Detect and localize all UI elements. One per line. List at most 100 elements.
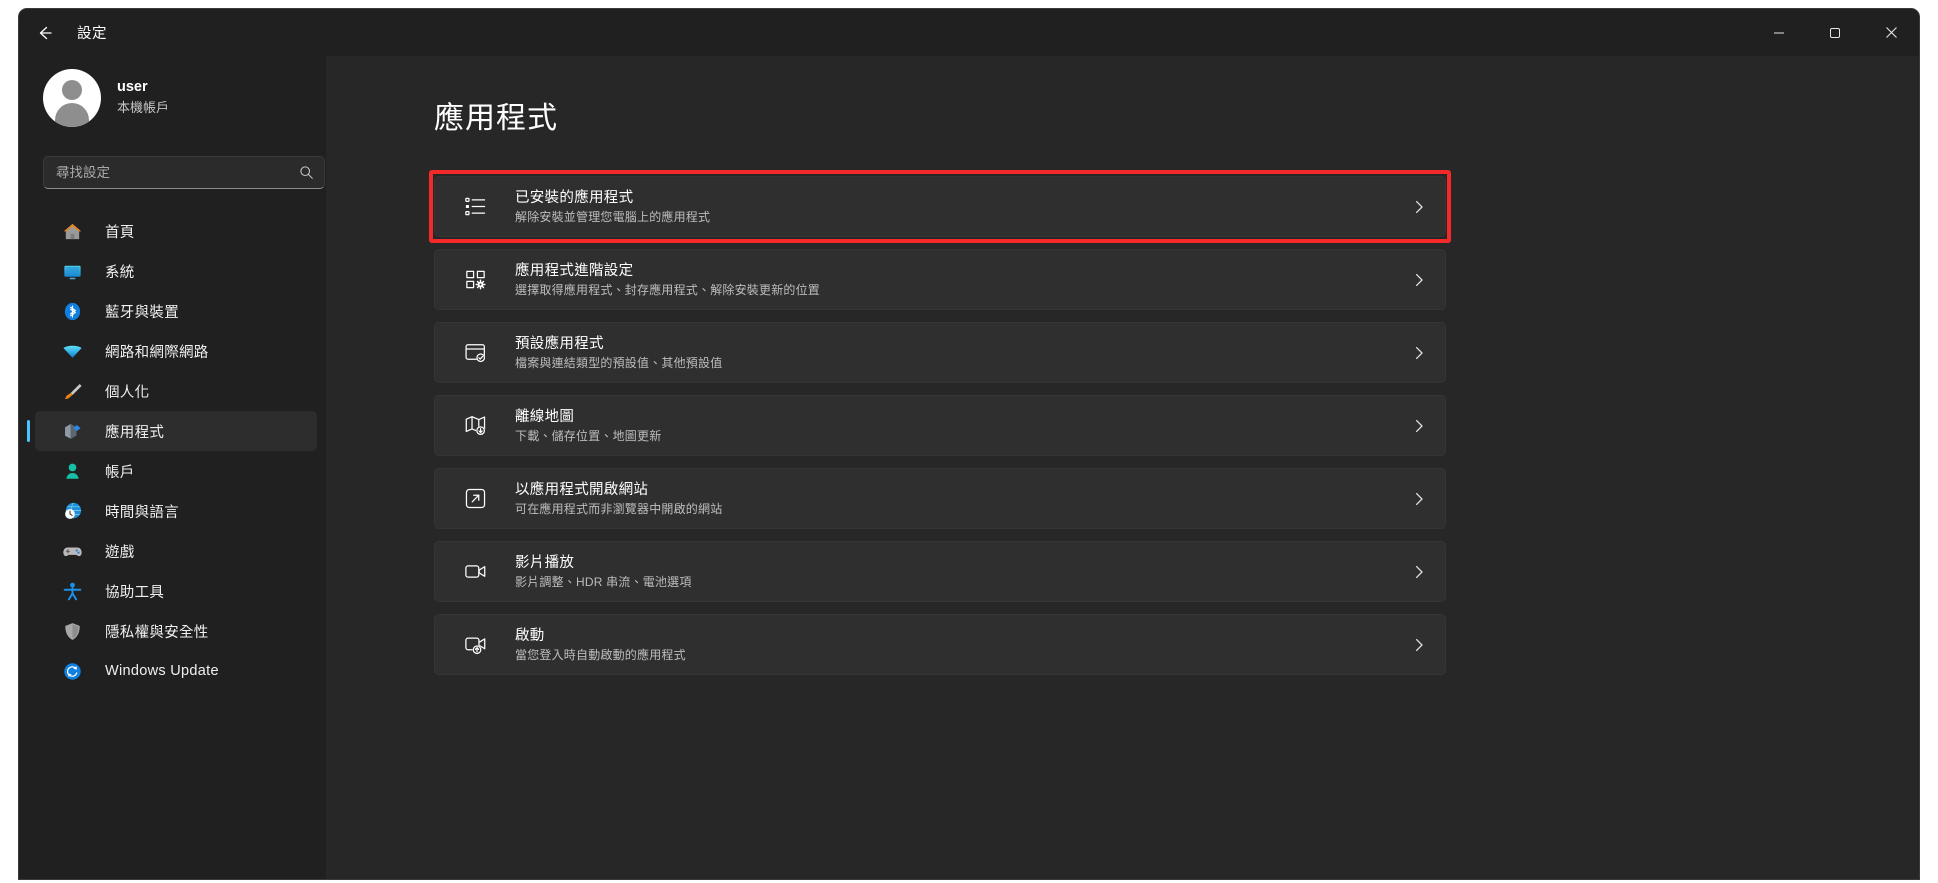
chevron-right-icon[interactable] [1411,565,1427,579]
window-controls [1751,9,1919,56]
card-title: 啟動 [515,627,545,644]
startup-apps-icon [462,632,488,658]
minimize-button[interactable] [1751,9,1807,56]
chevron-right-icon[interactable] [1411,492,1427,506]
title-bar: 設定 [19,9,1919,56]
sidebar-item-accounts[interactable]: 帳戶 [35,451,317,491]
card-title: 影片播放 [515,554,575,571]
chevron-right-icon[interactable] [1411,273,1427,287]
search-box[interactable] [43,156,325,189]
sidebar-item-time-language[interactable]: 時間與語言 [35,491,317,531]
installed-apps-list-icon [462,194,488,220]
settings-card-list: 已安裝的應用程式 解除安裝並管理您電腦上的應用程式 應用程式進階設定 選擇取得應… [429,170,1451,675]
sidebar-item-label: 遊戲 [105,544,135,561]
close-button[interactable] [1863,9,1919,56]
sidebar-item-home[interactable]: 首頁 [35,211,317,251]
search-input[interactable] [56,165,299,180]
card-advanced-app-settings[interactable]: 應用程式進階設定 選擇取得應用程式、封存應用程式、解除安裝更新的位置 [434,249,1446,310]
default-apps-check-icon [462,340,488,366]
card-subtitle: 當您登入時自動啟動的應用程式 [515,647,686,662]
card-title: 已安裝的應用程式 [515,189,634,206]
sidebar-item-label: 網路和網際網路 [105,344,209,361]
card-subtitle: 選擇取得應用程式、封存應用程式、解除安裝更新的位置 [515,282,821,297]
user-profile[interactable]: user 本機帳戶 [43,69,326,127]
sidebar-item-label: 個人化 [105,384,150,401]
card-installed-apps[interactable]: 已安裝的應用程式 解除安裝並管理您電腦上的應用程式 [434,176,1446,237]
system-monitor-icon [61,260,83,282]
card-title: 離線地圖 [515,408,575,425]
gamepad-icon [61,540,83,562]
accessibility-person-icon [61,580,83,602]
sidebar-item-gaming[interactable]: 遊戲 [35,531,317,571]
user-avatar-icon [43,69,101,127]
sidebar-item-system[interactable]: 系統 [35,251,317,291]
sidebar-item-bluetooth[interactable]: 藍牙與裝置 [35,291,317,331]
back-arrow-icon [39,26,52,39]
card-subtitle: 可在應用程式而非瀏覽器中開啟的網站 [515,501,723,516]
sidebar: user 本機帳戶 尋找設定 首頁 系統 藍牙與裝置 網路和網際網路 個人化 應… [19,56,326,879]
card-slot: 已安裝的應用程式 解除安裝並管理您電腦上的應用程式 [429,170,1451,243]
accounts-person-icon [61,460,83,482]
main-content: 應用程式 已安裝的應用程式 解除安裝並管理您電腦上的應用程式 應用程式進階設定 … [326,56,1919,879]
sidebar-item-apps[interactable]: 應用程式 [27,411,317,451]
wifi-icon [61,340,83,362]
sidebar-item-accessibility[interactable]: 協助工具 [35,571,317,611]
open-website-external-icon [462,486,488,512]
sidebar-item-label: 應用程式 [105,424,165,441]
card-default-apps[interactable]: 預設應用程式 檔案與連結類型的預設值、其他預設值 [434,322,1446,383]
profile-account-type: 本機帳戶 [117,100,170,115]
close-icon [1885,27,1897,38]
apps-icon [61,420,83,442]
card-title: 應用程式進階設定 [515,262,634,279]
offline-maps-icon [462,413,488,439]
home-icon [61,220,83,242]
page-title: 應用程式 [434,102,558,135]
card-slot: 離線地圖 下載、儲存位置、地圖更新 [434,395,1446,456]
bluetooth-icon [61,300,83,322]
advanced-app-settings-icon [462,267,488,293]
maximize-icon [1830,27,1840,38]
card-subtitle: 影片調整、HDR 串流、電池選項 [515,574,692,589]
card-websites-in-apps[interactable]: 以應用程式開啟網站 可在應用程式而非瀏覽器中開啟的網站 [434,468,1446,529]
card-startup-apps[interactable]: 啟動 當您登入時自動啟動的應用程式 [434,614,1446,675]
chevron-right-icon[interactable] [1411,638,1427,652]
card-video-playback[interactable]: 影片播放 影片調整、HDR 串流、電池選項 [434,541,1446,602]
chevron-right-icon[interactable] [1411,200,1427,214]
windows-update-sync-icon [61,660,83,682]
card-slot: 啟動 當您登入時自動啟動的應用程式 [434,614,1446,675]
card-title: 以應用程式開啟網站 [515,481,649,498]
sidebar-item-windows-update[interactable]: Windows Update [35,651,317,691]
sidebar-item-personalization[interactable]: 個人化 [35,371,317,411]
sidebar-item-privacy-security[interactable]: 隱私權與安全性 [35,611,317,651]
chevron-right-icon[interactable] [1411,346,1427,360]
card-subtitle: 檔案與連結類型的預設值、其他預設值 [515,355,723,370]
sidebar-item-network[interactable]: 網路和網際網路 [35,331,317,371]
sidebar-item-label: 時間與語言 [105,504,179,521]
sidebar-item-label: 協助工具 [105,584,165,601]
settings-window: 設定 user 本機帳戶 尋找設定 首頁 系統 藍牙與裝置 網路和網際網路 個人… [18,8,1920,880]
chevron-right-icon[interactable] [1411,419,1427,433]
sidebar-item-label: 帳戶 [105,464,135,481]
sidebar-item-label: 首頁 [105,224,135,241]
card-slot: 影片播放 影片調整、HDR 串流、電池選項 [434,541,1446,602]
card-slot: 以應用程式開啟網站 可在應用程式而非瀏覽器中開啟的網站 [434,468,1446,529]
sidebar-item-label: 隱私權與安全性 [105,624,209,641]
card-subtitle: 下載、儲存位置、地圖更新 [515,428,662,443]
sidebar-item-label: 系統 [105,264,135,281]
back-button[interactable] [25,17,65,49]
search-icon [300,166,313,179]
sidebar-item-label: Windows Update [105,663,219,679]
time-language-globe-icon [61,500,83,522]
shield-icon [61,620,83,642]
card-slot: 預設應用程式 檔案與連結類型的預設值、其他預設值 [434,322,1446,383]
profile-name: user [117,79,148,95]
window-body: user 本機帳戶 尋找設定 首頁 系統 藍牙與裝置 網路和網際網路 個人化 應… [19,56,1919,879]
card-title: 預設應用程式 [515,335,604,352]
card-offline-maps[interactable]: 離線地圖 下載、儲存位置、地圖更新 [434,395,1446,456]
paintbrush-icon [61,380,83,402]
video-playback-camera-icon [462,559,488,585]
minimize-icon [1774,32,1784,33]
sidebar-item-label: 藍牙與裝置 [105,304,179,321]
maximize-button[interactable] [1807,9,1863,56]
app-title: 設定 [77,26,107,42]
